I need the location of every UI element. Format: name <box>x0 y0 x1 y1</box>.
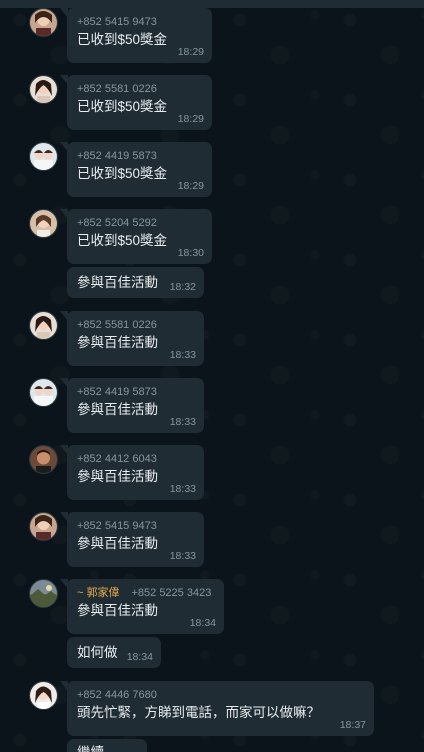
message-bubble[interactable]: +852 5581 0226 參與百佳活動 18:33 <box>60 311 204 366</box>
message-time: 18:34 <box>126 651 153 663</box>
sender-phone[interactable]: +852 5581 0226 <box>77 317 195 333</box>
message-time: 18:29 <box>177 180 204 192</box>
avatar[interactable] <box>29 142 58 171</box>
avatar[interactable] <box>29 512 58 541</box>
message-bubble[interactable]: +852 5581 0226 已收到$50獎金 18:29 <box>60 75 212 130</box>
avatar[interactable] <box>29 445 58 474</box>
sender-nickname[interactable]: ~ 郭家偉 <box>77 587 119 599</box>
message-time: 18:33 <box>169 550 196 562</box>
message-bubble[interactable]: 繼續 <box>67 739 147 752</box>
top-bar <box>0 0 424 8</box>
message-time: 18:33 <box>169 483 196 495</box>
sender-phone[interactable]: +852 4412 6043 <box>77 451 195 467</box>
message-time: 18:33 <box>169 349 196 361</box>
sender-phone[interactable]: +852 4419 5873 <box>77 148 203 164</box>
avatar[interactable] <box>29 579 58 608</box>
avatar[interactable] <box>29 681 58 710</box>
avatar[interactable] <box>29 209 58 238</box>
message-time: 18:29 <box>177 46 204 58</box>
sender-phone[interactable]: +852 4419 5873 <box>77 384 195 400</box>
sender-phone[interactable]: +852 5204 5292 <box>77 215 203 231</box>
message-text: 繼續 <box>77 743 138 752</box>
message-text: 頭先忙緊，方睇到電話，而家可以做嘛？ <box>77 705 320 720</box>
sender-header: ~ 郭家偉 +852 5225 3423 <box>77 585 215 601</box>
avatar[interactable] <box>29 8 58 37</box>
avatar[interactable] <box>29 311 58 340</box>
message-time: 18:30 <box>177 247 204 259</box>
message-bubble[interactable]: 參與百佳活動 18:32 <box>67 267 204 298</box>
sender-phone[interactable]: +852 5415 9473 <box>77 518 195 534</box>
message-bubble[interactable]: +852 5204 5292 已收到$50獎金 18:30 <box>60 209 212 264</box>
message-time: 18:34 <box>189 617 216 629</box>
message-time: 18:29 <box>177 113 204 125</box>
sender-phone[interactable]: +852 5415 9473 <box>77 14 203 30</box>
avatar[interactable] <box>29 378 58 407</box>
message-time: 18:37 <box>339 719 366 731</box>
message-bubble[interactable]: +852 4419 5873 參與百佳活動 18:33 <box>60 378 204 433</box>
sender-phone[interactable]: +852 5581 0226 <box>77 81 203 97</box>
message-bubble[interactable]: +852 4419 5873 已收到$50獎金 18:29 <box>60 142 212 197</box>
message-bubble[interactable]: ~ 郭家偉 +852 5225 3423 參與百佳活動 18:34 <box>60 579 224 634</box>
sender-phone[interactable]: +852 4446 7680 <box>77 687 365 703</box>
message-bubble[interactable]: +852 5415 9473 參與百佳活動 18:33 <box>60 512 204 567</box>
chat-background <box>0 0 424 752</box>
message-bubble[interactable]: +852 5415 9473 已收到$50獎金 18:29 <box>60 8 212 63</box>
message-bubble[interactable]: +852 4446 7680 頭先忙緊，方睇到電話，而家可以做嘛？ 18:37 <box>60 681 374 736</box>
avatar[interactable] <box>29 75 58 104</box>
message-bubble[interactable]: +852 4412 6043 參與百佳活動 18:33 <box>60 445 204 500</box>
message-time: 18:33 <box>169 416 196 428</box>
message-bubble[interactable]: 如何做 18:34 <box>67 637 161 668</box>
message-time: 18:32 <box>169 281 196 293</box>
sender-phone[interactable]: +852 5225 3423 <box>131 587 211 599</box>
